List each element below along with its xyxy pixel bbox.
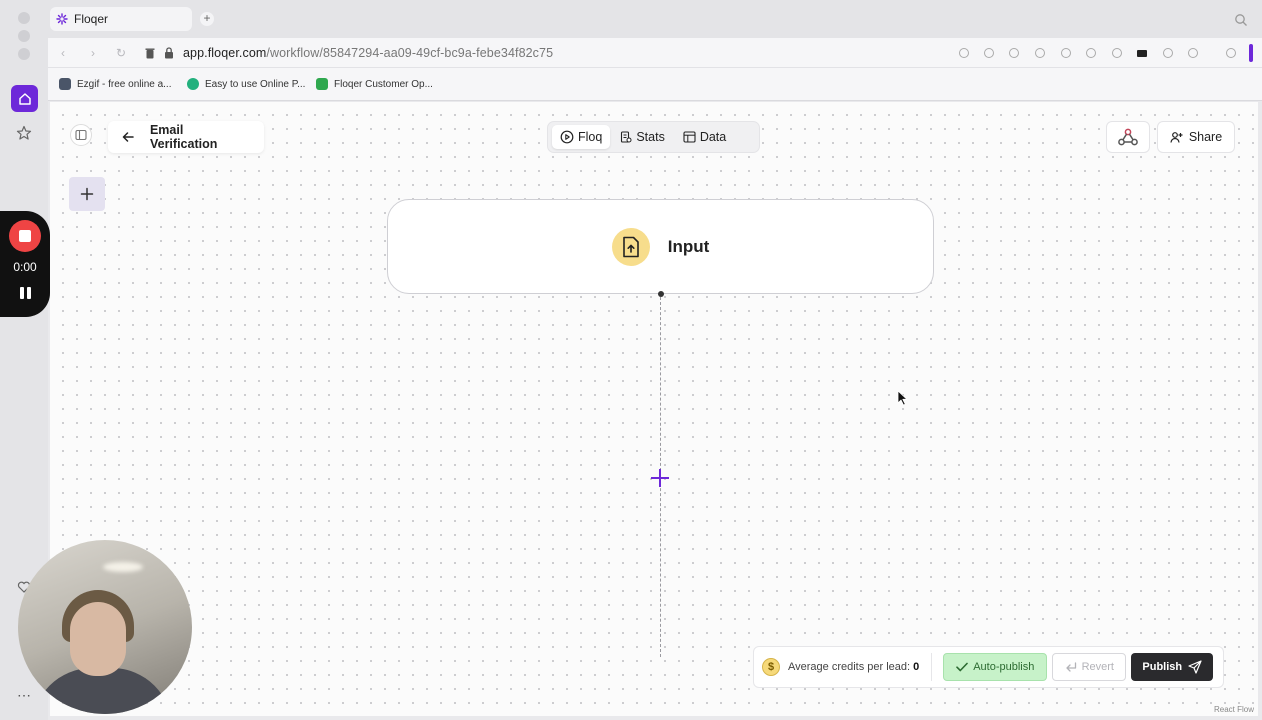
reload-icon[interactable]: ↻ (114, 46, 128, 60)
webhook-icon (1118, 128, 1138, 146)
shield-icon[interactable] (1033, 46, 1047, 60)
mouse-cursor-icon (897, 390, 908, 406)
lock-icon[interactable] (164, 47, 174, 59)
auto-publish-label: Auto-publish (973, 661, 1035, 673)
new-tab-icon[interactable]: + (200, 12, 214, 26)
tab-stats[interactable]: Stats (612, 125, 673, 149)
menu-icon[interactable] (1161, 46, 1175, 60)
auto-publish-button[interactable]: Auto-publish (943, 653, 1048, 681)
workflow-title-bar: Email Verification (108, 121, 264, 153)
sheets-icon (316, 78, 328, 90)
pause-icon[interactable] (18, 287, 32, 301)
stop-recording-button[interactable] (9, 220, 41, 252)
url-domain: app.floqer.com (183, 46, 267, 60)
stats-icon (621, 131, 632, 143)
ezgif-icon (59, 78, 71, 90)
address-bar: ‹ › ↻ app.floqer.com/workflow/85847294-a… (48, 38, 1262, 68)
recording-time: 0:00 (13, 260, 37, 274)
bookmark-item[interactable]: Easy to use Online P... (187, 78, 305, 90)
plus-icon (80, 187, 94, 201)
webhook-button[interactable] (1106, 121, 1150, 153)
credits-indicator: $ Average credits per lead: 0 (762, 653, 933, 681)
tab-floq[interactable]: Floq (552, 125, 611, 149)
tab-data[interactable]: Data (675, 125, 734, 149)
revert-icon (1065, 661, 1076, 672)
trash-icon[interactable] (145, 47, 155, 59)
search-tabs-icon[interactable] (1234, 13, 1248, 27)
bookmark-label: Floqer Customer Op... (334, 78, 433, 90)
publish-button[interactable]: Publish (1131, 653, 1214, 681)
account-icon[interactable] (1186, 46, 1200, 60)
tab-title: Floqer (74, 12, 109, 26)
url-path: /workflow/85847294-aa09-49cf-bc9a-febe34… (266, 46, 554, 60)
publish-label: Publish (1142, 661, 1183, 673)
workflow-canvas[interactable]: Email Verification Floq Stats Data Share… (50, 102, 1258, 716)
share-label: Share (1188, 130, 1223, 144)
toggle-panel-button[interactable] (70, 124, 92, 146)
play-icon[interactable] (1059, 46, 1073, 60)
sidebar-accent (1249, 44, 1253, 62)
bookmark-label: Ezgif - free online a... (77, 78, 172, 90)
arrow-left-icon (122, 132, 134, 142)
node-label: Input (667, 236, 710, 256)
camera-icon[interactable] (1007, 46, 1021, 60)
check-icon (956, 662, 969, 672)
tab-floqer[interactable]: Floqer (50, 7, 192, 31)
workflow-title: Email Verification (149, 123, 218, 151)
home-icon[interactable] (11, 85, 38, 112)
credits-value: 0 (913, 661, 920, 673)
play-circle-icon (560, 130, 574, 144)
forward-nav-icon[interactable]: › (86, 46, 100, 60)
bookmark-item[interactable]: Floqer Customer Op... (316, 78, 433, 90)
screen-recorder: 0:00 (0, 211, 50, 317)
more-icon[interactable]: ⋯ (14, 685, 34, 705)
view-tabs: Floq Stats Data (547, 121, 760, 153)
tab-label: Data (699, 130, 727, 144)
add-node-button[interactable] (69, 177, 105, 211)
tab-label: Floq (578, 130, 603, 144)
add-step-button[interactable] (649, 467, 671, 489)
send-icon (1188, 660, 1202, 674)
plus-icon (651, 469, 669, 487)
publish-toolbar: $ Average credits per lead: 0 Auto-publi… (753, 646, 1224, 688)
zoom-icon[interactable] (957, 46, 971, 60)
favorite-icon[interactable] (1084, 46, 1098, 60)
battery-icon[interactable] (1135, 46, 1149, 60)
back-nav-icon[interactable]: ‹ (56, 46, 70, 60)
node-output-handle[interactable] (658, 291, 664, 297)
window-maximize-dot[interactable] (18, 48, 30, 60)
window-close-dot[interactable] (18, 12, 30, 24)
sidebar-toggle-icon (75, 129, 87, 141)
edit-icon[interactable] (982, 46, 996, 60)
floqer-logo-icon (56, 13, 68, 25)
smallpdf-icon (187, 78, 199, 90)
star-icon[interactable] (13, 122, 35, 144)
file-upload-icon (611, 227, 650, 266)
revert-label: Revert (1081, 661, 1114, 673)
back-button[interactable] (118, 127, 138, 147)
download-icon[interactable] (1110, 46, 1124, 60)
react-flow-attribution[interactable]: React Flow (1214, 705, 1254, 714)
url-field[interactable]: app.floqer.com/workflow/85847294-aa09-49… (183, 46, 553, 60)
webcam-bubble (18, 540, 192, 714)
credits-label: Average credits per lead: (788, 661, 911, 673)
add-user-icon (1170, 131, 1183, 143)
window-minimize-dot[interactable] (18, 30, 30, 42)
extension-icon[interactable] (1224, 46, 1238, 60)
bookmark-label: Easy to use Online P... (205, 78, 306, 90)
revert-button[interactable]: Revert (1052, 653, 1127, 681)
share-button[interactable]: Share (1157, 121, 1235, 153)
bookmarks-bar: Ezgif - free online a... Easy to use Onl… (48, 68, 1262, 101)
coin-icon: $ (762, 658, 780, 676)
bookmark-item[interactable]: Ezgif - free online a... (59, 78, 172, 90)
tab-bar: Floqer + (48, 0, 1262, 38)
input-node[interactable]: Input (387, 199, 934, 294)
tab-label: Stats (636, 130, 665, 144)
table-icon (683, 131, 696, 143)
